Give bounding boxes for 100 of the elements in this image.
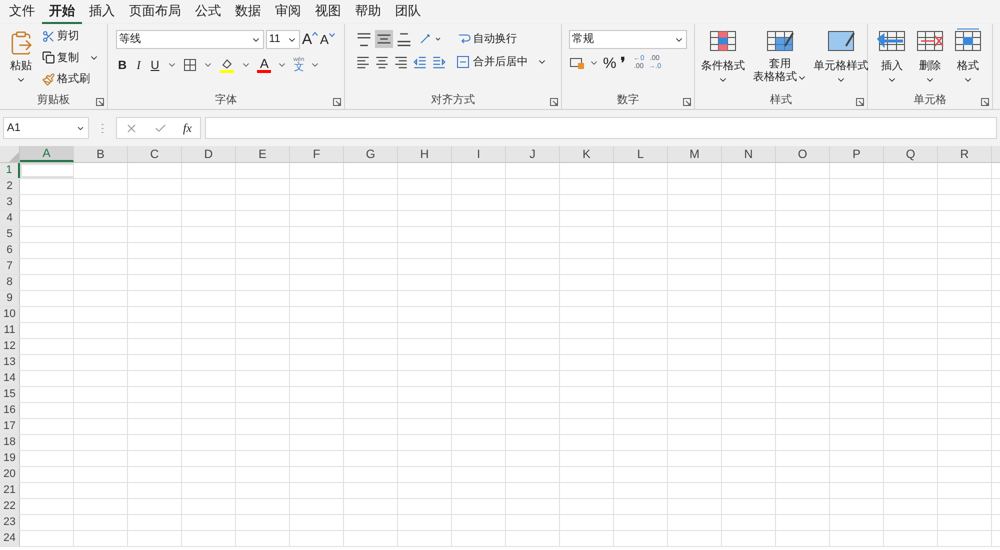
row-header[interactable]: 22 bbox=[0, 499, 20, 514]
align-icon[interactable] bbox=[412, 54, 428, 70]
column-header[interactable]: N bbox=[722, 146, 776, 162]
format-cells-button[interactable]: 格式 bbox=[952, 28, 984, 93]
row-header[interactable]: 15 bbox=[0, 387, 20, 402]
format-painter-button[interactable]: 格式刷 bbox=[42, 71, 99, 88]
enter-icon[interactable] bbox=[154, 122, 167, 134]
bold-button[interactable]: B bbox=[116, 56, 129, 74]
align-icon[interactable] bbox=[355, 54, 371, 70]
row-header[interactable]: 3 bbox=[0, 195, 20, 210]
name-box[interactable]: A1 bbox=[3, 117, 89, 139]
currency-icon[interactable] bbox=[569, 56, 585, 70]
fill-color-icon[interactable] bbox=[219, 57, 236, 73]
row-header[interactable]: 16 bbox=[0, 403, 20, 418]
row-header[interactable]: 2 bbox=[0, 179, 20, 194]
row-header[interactable]: 17 bbox=[0, 419, 20, 434]
insert-cells-button[interactable]: 插入 bbox=[876, 28, 908, 93]
row-header[interactable]: 9 bbox=[0, 291, 20, 306]
column-header[interactable]: H bbox=[398, 146, 452, 162]
number-format-field[interactable]: 常规 bbox=[569, 30, 687, 49]
dialog-launcher-icon[interactable] bbox=[683, 98, 691, 106]
row-header[interactable]: 6 bbox=[0, 243, 20, 258]
dialog-launcher-icon[interactable] bbox=[96, 98, 104, 106]
menu-tab[interactable]: 公式 bbox=[188, 0, 228, 24]
column-header[interactable]: D bbox=[182, 146, 236, 162]
column-header[interactable]: A bbox=[20, 146, 74, 162]
cancel-icon[interactable] bbox=[125, 122, 138, 134]
align-icon[interactable] bbox=[374, 54, 390, 70]
column-header[interactable]: L bbox=[614, 146, 668, 162]
row-header[interactable]: 10 bbox=[0, 307, 20, 322]
menu-tab[interactable]: 数据 bbox=[228, 0, 268, 24]
group-label: 剪贴板 bbox=[37, 93, 70, 107]
decrease-font-button[interactable]: A bbox=[320, 33, 335, 46]
borders-icon[interactable] bbox=[183, 58, 198, 72]
row-header[interactable]: 14 bbox=[0, 371, 20, 386]
increase-font-button[interactable]: A bbox=[302, 32, 318, 47]
row-header[interactable]: 19 bbox=[0, 451, 20, 466]
menu-tab[interactable]: 团队 bbox=[388, 0, 428, 24]
vertical-align-icon[interactable] bbox=[355, 30, 373, 48]
column-header[interactable]: R bbox=[938, 146, 992, 162]
merge-icon bbox=[456, 55, 470, 70]
menu-tab[interactable]: 文件 bbox=[2, 0, 42, 24]
column-header[interactable]: B bbox=[74, 146, 128, 162]
font-color-button[interactable]: A bbox=[257, 57, 272, 73]
column-header[interactable]: C bbox=[128, 146, 182, 162]
row-header[interactable]: 11 bbox=[0, 323, 20, 338]
row-header[interactable]: 24 bbox=[0, 531, 20, 546]
dialog-launcher-icon[interactable] bbox=[981, 98, 989, 106]
merge-center-button[interactable]: 合并后居中 bbox=[456, 54, 547, 70]
comma-button[interactable]: ❜ bbox=[620, 56, 626, 70]
column-header[interactable]: G bbox=[344, 146, 398, 162]
column-header[interactable]: M bbox=[668, 146, 722, 162]
column-header[interactable]: J bbox=[506, 146, 560, 162]
delete-cells-button[interactable]: 删除 bbox=[914, 28, 946, 93]
insert-function-button[interactable]: fx bbox=[183, 119, 192, 137]
copy-button[interactable]: 复制 bbox=[42, 50, 99, 66]
row-header[interactable]: 23 bbox=[0, 515, 20, 530]
dialog-launcher-icon[interactable] bbox=[856, 98, 864, 106]
column-header[interactable]: I bbox=[452, 146, 506, 162]
percent-button[interactable]: % bbox=[603, 56, 616, 70]
row-header[interactable]: 18 bbox=[0, 435, 20, 450]
row-header[interactable]: 20 bbox=[0, 467, 20, 482]
column-header[interactable]: E bbox=[236, 146, 290, 162]
menu-tab[interactable]: 页面布局 bbox=[122, 0, 188, 24]
font-name-field[interactable]: 等线 bbox=[116, 30, 264, 49]
row-header[interactable]: 8 bbox=[0, 275, 20, 290]
row-header[interactable]: 21 bbox=[0, 483, 20, 498]
column-header[interactable]: P bbox=[830, 146, 884, 162]
italic-button[interactable]: I bbox=[134, 56, 143, 74]
dialog-launcher-icon[interactable] bbox=[333, 98, 341, 106]
cut-button[interactable]: 剪切 bbox=[42, 28, 99, 44]
cell-brush-icon bbox=[826, 28, 856, 54]
menu-tab[interactable]: 审阅 bbox=[268, 0, 308, 24]
row-header[interactable]: 13 bbox=[0, 355, 20, 370]
vertical-align-icon[interactable] bbox=[375, 30, 393, 48]
active-cell[interactable] bbox=[20, 163, 74, 178]
row-header[interactable]: 1 bbox=[0, 163, 20, 178]
row-header[interactable]: 7 bbox=[0, 259, 20, 274]
cell-styles-button[interactable]: 单元格样式 bbox=[813, 28, 869, 93]
dialog-launcher-icon[interactable] bbox=[550, 98, 558, 106]
column-header[interactable]: F bbox=[290, 146, 344, 162]
row-header[interactable]: 4 bbox=[0, 211, 20, 226]
row-header[interactable]: 5 bbox=[0, 227, 20, 242]
align-icon[interactable] bbox=[393, 54, 409, 70]
menu-tab[interactable]: 帮助 bbox=[348, 0, 388, 24]
formula-input[interactable] bbox=[204, 117, 997, 139]
underline-button[interactable]: U bbox=[148, 56, 162, 74]
vertical-align-icon[interactable] bbox=[395, 30, 413, 48]
format-as-table-button[interactable]: 套用 表格格式 bbox=[753, 28, 807, 93]
conditional-format-button[interactable]: 条件格式 bbox=[699, 28, 747, 93]
column-header[interactable]: O bbox=[776, 146, 830, 162]
menu-tab[interactable]: 插入 bbox=[82, 0, 122, 24]
wrap-text-button[interactable]: 自动换行 bbox=[457, 30, 517, 48]
column-header[interactable]: K bbox=[560, 146, 614, 162]
font-size-field[interactable]: 11 bbox=[266, 30, 300, 49]
menu-tab[interactable]: 视图 bbox=[308, 0, 348, 24]
align-icon[interactable] bbox=[431, 54, 447, 70]
row-header[interactable]: 12 bbox=[0, 339, 20, 354]
paste-button[interactable]: 粘贴 bbox=[4, 28, 38, 93]
column-header[interactable]: Q bbox=[884, 146, 938, 162]
